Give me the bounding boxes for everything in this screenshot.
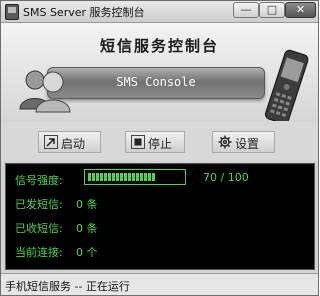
maximize-button[interactable]: □ <box>259 2 285 18</box>
signal-segment <box>124 173 127 181</box>
window-title: SMS Server 服务控制台 <box>23 6 145 19</box>
signal-segment <box>128 173 131 181</box>
mobile-phone-icon <box>264 49 309 125</box>
received-sms-label: 已收短信: <box>15 222 63 235</box>
stop-square-icon <box>131 135 145 149</box>
close-button[interactable]: ✕ <box>285 2 316 18</box>
title-bar[interactable]: SMS Server 服务控制台 — □ ✕ <box>1 1 318 23</box>
signal-segment <box>88 173 91 181</box>
signal-segment <box>92 173 95 181</box>
minimize-icon: — <box>240 3 252 16</box>
maximize-icon: □ <box>266 3 278 16</box>
gear-icon <box>218 135 232 149</box>
start-arrow-icon <box>44 135 58 149</box>
sent-sms-value: 0 条 <box>76 198 98 211</box>
signal-segment <box>148 173 151 181</box>
close-icon: ✕ <box>295 3 306 16</box>
stop-button-label: 停止 <box>148 137 173 151</box>
connections-label: 当前连接: <box>15 246 63 259</box>
signal-segment <box>100 173 103 181</box>
settings-button-label: 设置 <box>235 137 260 151</box>
signal-segment <box>112 173 115 181</box>
sent-sms-label: 已发短信: <box>15 198 63 211</box>
signal-segment <box>152 173 155 181</box>
signal-segment <box>116 173 119 181</box>
sms-console-window: SMS Server 服务控制台 — □ ✕ 短信服务控制台 SMS Conso… <box>0 0 319 296</box>
start-button-label: 启动 <box>61 137 86 151</box>
status-panel: 信号强度: 70 / 100 已发短信: 0 条 已收短信: 0 条 当前连接:… <box>5 163 315 270</box>
signal-strength-label: 信号强度: <box>15 174 63 187</box>
signal-segment <box>144 173 147 181</box>
users-icon <box>19 70 71 113</box>
stop-button[interactable]: 停止 <box>125 131 185 153</box>
mobile-phone-icon <box>5 4 19 20</box>
signal-segment <box>132 173 135 181</box>
signal-strength-fill <box>88 173 155 181</box>
console-badge-text: SMS Console <box>116 75 196 89</box>
signal-segment <box>136 173 139 181</box>
start-button[interactable]: 启动 <box>38 131 101 153</box>
sent-sms-row: 已发短信: 0 条 <box>15 196 98 212</box>
console-badge: SMS Console <box>47 67 265 99</box>
signal-strength-bar <box>84 169 186 185</box>
toolbar: 启动 停止 设置 <box>1 121 318 161</box>
connections-row: 当前连接: 0 个 <box>15 244 98 260</box>
signal-segment <box>140 173 143 181</box>
status-bar-text: 手机短信服务 -- 正在运行 <box>5 280 130 293</box>
signal-segment <box>120 173 123 181</box>
status-bar: 手机短信服务 -- 正在运行 <box>1 273 318 295</box>
signal-segment <box>104 173 107 181</box>
header-banner: 短信服务控制台 SMS Console <box>1 23 318 125</box>
signal-segment <box>96 173 99 181</box>
received-sms-value: 0 条 <box>76 222 98 235</box>
signal-strength-value: 70 / 100 <box>203 171 249 184</box>
signal-segment <box>108 173 111 181</box>
received-sms-row: 已收短信: 0 条 <box>15 220 98 236</box>
minimize-button[interactable]: — <box>233 2 259 18</box>
settings-button[interactable]: 设置 <box>212 131 275 153</box>
connections-value: 0 个 <box>76 246 98 259</box>
